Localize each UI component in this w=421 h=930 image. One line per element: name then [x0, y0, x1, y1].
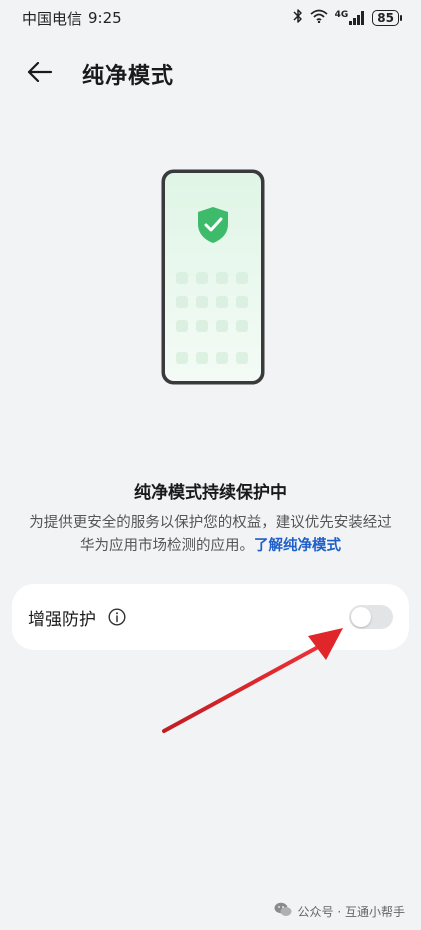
- watermark: 公众号 · 互通小帮手: [274, 902, 405, 920]
- shield-check-icon: [196, 206, 230, 244]
- watermark-text: 公众号 · 互通小帮手: [297, 904, 405, 919]
- signal-icon: 4G: [335, 11, 366, 25]
- learn-more-link[interactable]: 了解纯净模式: [254, 538, 341, 554]
- description-text: 为提供更安全的服务以保护您的权益，建议优先安装经过华为应用市场检测的应用。了解纯…: [26, 512, 395, 558]
- status-right: 4G 85: [293, 8, 402, 28]
- back-arrow-icon: [27, 61, 53, 86]
- wechat-icon: [274, 902, 292, 920]
- clock: 9:25: [88, 9, 122, 27]
- header: 纯净模式: [20, 52, 401, 96]
- toggle-knob: [351, 607, 371, 627]
- network-type-label: 4G: [334, 10, 349, 20]
- carrier-label: 中国电信: [22, 9, 83, 28]
- red-arrow-annotation: [150, 620, 350, 740]
- enhanced-protection-toggle[interactable]: [349, 605, 393, 629]
- status-bar: 中国电信 9:25 4G 85: [0, 0, 421, 36]
- enhanced-protection-label: 增强防护: [28, 609, 96, 630]
- wifi-icon: [310, 9, 328, 27]
- status-left: 中国电信 9:25: [22, 8, 122, 29]
- back-button[interactable]: [20, 54, 60, 94]
- page-title: 纯净模式: [82, 64, 175, 89]
- phone-illustration: [160, 168, 266, 386]
- battery-icon: 85: [372, 10, 402, 26]
- info-icon[interactable]: [108, 608, 126, 626]
- bluetooth-icon: [293, 8, 303, 28]
- protection-status-heading: 纯净模式持续保护中: [134, 483, 287, 503]
- battery-level: 85: [377, 11, 394, 25]
